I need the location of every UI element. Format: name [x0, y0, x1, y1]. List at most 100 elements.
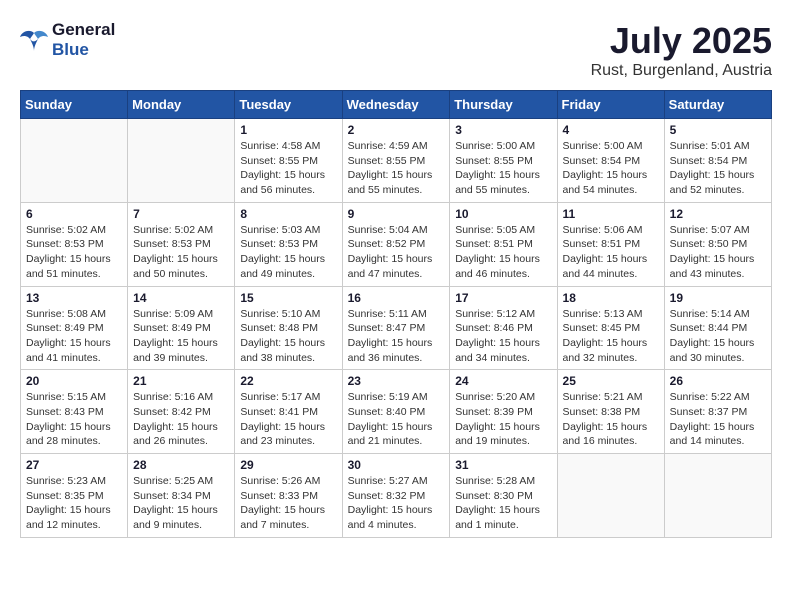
calendar-cell: 23 Sunrise: 5:19 AMSunset: 8:40 PMDayligh… — [342, 370, 450, 454]
calendar-cell: 26 Sunrise: 5:22 AMSunset: 8:37 PMDayligh… — [664, 370, 771, 454]
cell-content: Sunrise: 5:02 AMSunset: 8:53 PMDaylight:… — [133, 223, 229, 282]
calendar-cell: 12Sunrise: 5:07 AMSunset: 8:50 PMDayligh… — [664, 202, 771, 286]
day-number: 31 — [455, 458, 551, 472]
day-number: 26 — [670, 374, 766, 388]
day-number: 22 — [240, 374, 336, 388]
cell-content: Sunrise: 5:26 AMSunset: 8:33 PMDaylight:… — [240, 474, 336, 533]
day-number: 18 — [563, 291, 659, 305]
day-number: 17 — [455, 291, 551, 305]
cell-content: Sunrise: 5:27 AMSunset: 8:32 PMDaylight:… — [348, 474, 445, 533]
cell-content: Sunrise: 5:28 AMSunset: 8:30 PMDaylight:… — [455, 474, 551, 533]
day-number: 19 — [670, 291, 766, 305]
calendar-cell: 29Sunrise: 5:26 AMSunset: 8:33 PMDayligh… — [235, 454, 342, 538]
cell-content: Sunrise: 5:07 AMSunset: 8:50 PMDaylight:… — [670, 223, 766, 282]
day-number: 28 — [133, 458, 229, 472]
weekday-header: Friday — [557, 91, 664, 119]
calendar-cell: 9Sunrise: 5:04 AMSunset: 8:52 PMDaylight… — [342, 202, 450, 286]
cell-content: Sunrise: 5:17 AMSunset: 8:41 PMDaylight:… — [240, 390, 336, 449]
logo-bird-icon — [20, 29, 48, 51]
cell-content: Sunrise: 5:09 AMSunset: 8:49 PMDaylight:… — [133, 307, 229, 366]
cell-content: Sunrise: 5:21 AMSunset: 8:38 PMDaylight:… — [563, 390, 659, 449]
calendar-cell: 27 Sunrise: 5:23 AMSunset: 8:35 PMDayligh… — [21, 454, 128, 538]
cell-content: Sunrise: 5:19 AMSunset: 8:40 PMDaylight:… — [348, 390, 445, 449]
day-number: 24 — [455, 374, 551, 388]
calendar-cell — [557, 454, 664, 538]
calendar-cell: 20 Sunrise: 5:15 AMSunset: 8:43 PMDayligh… — [21, 370, 128, 454]
calendar-cell: 2Sunrise: 4:59 AMSunset: 8:55 PMDaylight… — [342, 119, 450, 203]
day-number: 30 — [348, 458, 445, 472]
calendar-cell: 13Sunrise: 5:08 AMSunset: 8:49 PMDayligh… — [21, 286, 128, 370]
logo-text: General Blue — [52, 20, 115, 60]
day-number: 10 — [455, 207, 551, 221]
calendar-cell: 24 Sunrise: 5:20 AMSunset: 8:39 PMDayligh… — [450, 370, 557, 454]
cell-content: Sunrise: 5:11 AMSunset: 8:47 PMDaylight:… — [348, 307, 445, 366]
calendar-table: SundayMondayTuesdayWednesdayThursdayFrid… — [20, 90, 772, 538]
calendar-cell — [664, 454, 771, 538]
cell-content: Sunrise: 5:01 AMSunset: 8:54 PMDaylight:… — [670, 139, 766, 198]
cell-content: Sunrise: 5:15 AMSunset: 8:43 PMDaylight:… — [26, 390, 122, 449]
calendar-cell: 22 Sunrise: 5:17 AMSunset: 8:41 PMDayligh… — [235, 370, 342, 454]
day-number: 3 — [455, 123, 551, 137]
calendar-cell: 1 Sunrise: 4:58 AMSunset: 8:55 PMDaylight… — [235, 119, 342, 203]
calendar-cell: 15 Sunrise: 5:10 AMSunset: 8:48 PMDayligh… — [235, 286, 342, 370]
day-number: 13 — [26, 291, 122, 305]
calendar-cell: 21 Sunrise: 5:16 AMSunset: 8:42 PMDayligh… — [128, 370, 235, 454]
calendar-cell: 16 Sunrise: 5:11 AMSunset: 8:47 PMDayligh… — [342, 286, 450, 370]
calendar-cell: 4Sunrise: 5:00 AMSunset: 8:54 PMDaylight… — [557, 119, 664, 203]
cell-content: Sunrise: 5:23 AMSunset: 8:35 PMDaylight:… — [26, 474, 122, 533]
calendar-week-row: 27 Sunrise: 5:23 AMSunset: 8:35 PMDayligh… — [21, 454, 772, 538]
calendar-header-row: SundayMondayTuesdayWednesdayThursdayFrid… — [21, 91, 772, 119]
day-number: 25 — [563, 374, 659, 388]
cell-content: Sunrise: 5:04 AMSunset: 8:52 PMDaylight:… — [348, 223, 445, 282]
calendar-cell — [128, 119, 235, 203]
weekday-header: Monday — [128, 91, 235, 119]
calendar-cell: 8 Sunrise: 5:03 AMSunset: 8:53 PMDaylight… — [235, 202, 342, 286]
weekday-header: Saturday — [664, 91, 771, 119]
weekday-header: Wednesday — [342, 91, 450, 119]
cell-content: Sunrise: 5:00 AMSunset: 8:54 PMDaylight:… — [563, 139, 659, 198]
cell-content: Sunrise: 4:58 AMSunset: 8:55 PMDaylight:… — [240, 139, 336, 198]
calendar-cell — [21, 119, 128, 203]
day-number: 8 — [240, 207, 336, 221]
day-number: 23 — [348, 374, 445, 388]
calendar-cell: 19 Sunrise: 5:14 AMSunset: 8:44 PMDayligh… — [664, 286, 771, 370]
calendar-week-row: 13Sunrise: 5:08 AMSunset: 8:49 PMDayligh… — [21, 286, 772, 370]
day-number: 14 — [133, 291, 229, 305]
calendar-cell: 5 Sunrise: 5:01 AMSunset: 8:54 PMDaylight… — [664, 119, 771, 203]
weekday-header: Tuesday — [235, 91, 342, 119]
calendar-cell: 14 Sunrise: 5:09 AMSunset: 8:49 PMDayligh… — [128, 286, 235, 370]
weekday-header: Thursday — [450, 91, 557, 119]
cell-content: Sunrise: 5:13 AMSunset: 8:45 PMDaylight:… — [563, 307, 659, 366]
day-number: 5 — [670, 123, 766, 137]
cell-content: Sunrise: 5:03 AMSunset: 8:53 PMDaylight:… — [240, 223, 336, 282]
cell-content: Sunrise: 5:20 AMSunset: 8:39 PMDaylight:… — [455, 390, 551, 449]
calendar-cell: 18 Sunrise: 5:13 AMSunset: 8:45 PMDayligh… — [557, 286, 664, 370]
day-number: 7 — [133, 207, 229, 221]
weekday-header: Sunday — [21, 91, 128, 119]
day-number: 1 — [240, 123, 336, 137]
day-number: 11 — [563, 207, 659, 221]
cell-content: Sunrise: 5:25 AMSunset: 8:34 PMDaylight:… — [133, 474, 229, 533]
day-number: 16 — [348, 291, 445, 305]
cell-content: Sunrise: 4:59 AMSunset: 8:55 PMDaylight:… — [348, 139, 445, 198]
day-number: 6 — [26, 207, 122, 221]
logo-general: General — [52, 20, 115, 40]
logo-blue: Blue — [52, 40, 115, 60]
day-number: 21 — [133, 374, 229, 388]
calendar-cell: 7 Sunrise: 5:02 AMSunset: 8:53 PMDaylight… — [128, 202, 235, 286]
logo: General Blue — [20, 20, 115, 60]
cell-content: Sunrise: 5:22 AMSunset: 8:37 PMDaylight:… — [670, 390, 766, 449]
cell-content: Sunrise: 5:05 AMSunset: 8:51 PMDaylight:… — [455, 223, 551, 282]
calendar-cell: 25 Sunrise: 5:21 AMSunset: 8:38 PMDayligh… — [557, 370, 664, 454]
calendar-cell: 6Sunrise: 5:02 AMSunset: 8:53 PMDaylight… — [21, 202, 128, 286]
day-number: 20 — [26, 374, 122, 388]
day-number: 15 — [240, 291, 336, 305]
cell-content: Sunrise: 5:12 AMSunset: 8:46 PMDaylight:… — [455, 307, 551, 366]
cell-content: Sunrise: 5:10 AMSunset: 8:48 PMDaylight:… — [240, 307, 336, 366]
day-number: 27 — [26, 458, 122, 472]
calendar-week-row: 1 Sunrise: 4:58 AMSunset: 8:55 PMDaylight… — [21, 119, 772, 203]
cell-content: Sunrise: 5:16 AMSunset: 8:42 PMDaylight:… — [133, 390, 229, 449]
calendar-cell: 11Sunrise: 5:06 AMSunset: 8:51 PMDayligh… — [557, 202, 664, 286]
calendar-week-row: 20 Sunrise: 5:15 AMSunset: 8:43 PMDayligh… — [21, 370, 772, 454]
cell-content: Sunrise: 5:14 AMSunset: 8:44 PMDaylight:… — [670, 307, 766, 366]
